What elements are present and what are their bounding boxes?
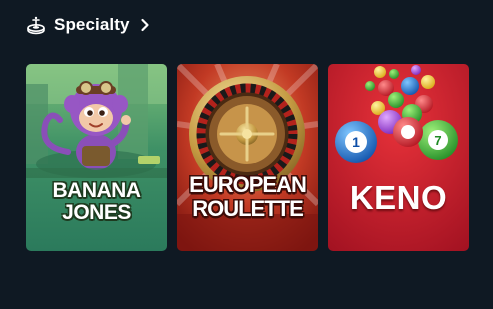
keno-artwork: 1 7 [328, 64, 469, 251]
game-title: BANANA JONES [26, 180, 167, 223]
game-title: EUROPEAN ROULETTE [177, 174, 318, 220]
roulette-table-icon [26, 15, 46, 35]
game-card-keno[interactable]: 1 7 KENO [328, 64, 469, 251]
game-title: KENO [328, 181, 469, 214]
keno-ball-number: 1 [352, 134, 360, 150]
chevron-right-icon [140, 18, 152, 32]
european-roulette-artwork [177, 64, 318, 251]
section-title: Specialty [54, 15, 130, 34]
game-title-line: BANANA [52, 179, 142, 202]
specialty-section: Specialty BANANA JONES EUROPEAN ROULETTE… [0, 0, 493, 309]
game-card-european-roulette[interactable]: EUROPEAN ROULETTE [177, 64, 318, 251]
game-title-line: ROULETTE [192, 196, 304, 221]
game-title-line: KENO [349, 179, 448, 216]
game-card-list: BANANA JONES EUROPEAN ROULETTE 1 7 KENO [26, 64, 469, 251]
section-header-link[interactable]: Specialty [26, 13, 152, 37]
game-card-banana-jones[interactable]: BANANA JONES [26, 64, 167, 251]
keno-ball-number: 7 [434, 133, 441, 148]
game-title-line: EUROPEAN [189, 172, 307, 197]
game-title-line: JONES [62, 201, 131, 224]
